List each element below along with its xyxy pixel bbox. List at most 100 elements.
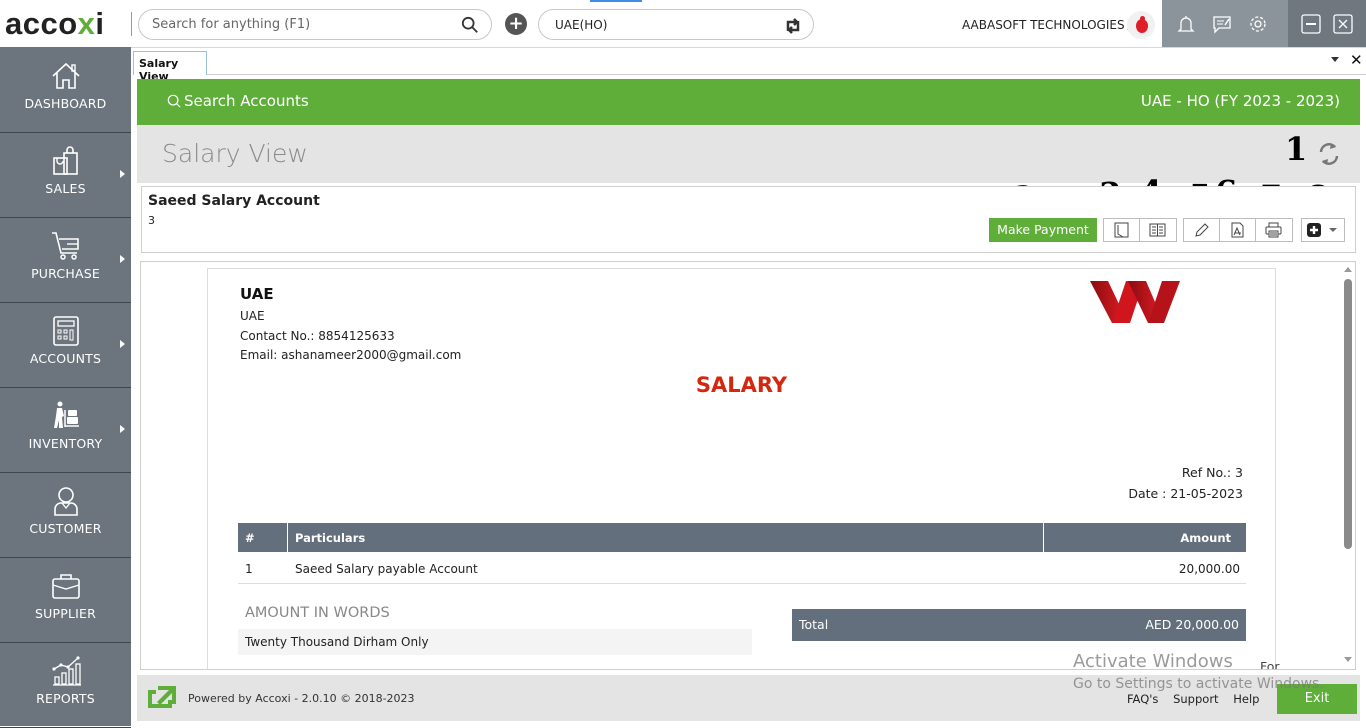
settings-gear-icon[interactable] [1247,13,1269,35]
record-number: 3 [148,214,155,227]
user-icon [54,487,78,516]
user-avatar[interactable] [1127,11,1155,39]
row-particulars: Saeed Salary payable Account [295,562,478,576]
account-header-bar: Search Accounts UAE - HO (FY 2023 - 2023… [137,79,1360,125]
top-bar: accoxi Search for anything (F1) + UAE(HO… [0,0,1366,48]
sidebar-label: CUSTOMER [29,521,102,536]
global-search-input[interactable]: Search for anything (F1) [138,9,492,40]
accoxi-footer-logo [148,686,176,708]
refresh-icon[interactable] [1314,139,1344,169]
scroll-thumb[interactable] [1344,279,1352,549]
footer-links: FAQ's Support Help [1127,692,1270,706]
fiscal-year-label: UAE - HO (FY 2023 - 2023) [1140,92,1340,110]
briefcase-icon [52,574,80,599]
calculator-icon [53,316,79,346]
sidebar-label: ACCOUNTS [29,351,102,366]
document-scrollbar[interactable] [1341,263,1355,668]
sidebar-item-accounts[interactable]: ACCOUNTS [0,303,131,388]
make-payment-button[interactable]: Make Payment [989,218,1097,242]
pdf-button[interactable] [1220,219,1256,241]
help-link[interactable]: Help [1233,692,1259,706]
print-icon [1265,222,1282,238]
switch-icon[interactable] [783,16,803,36]
more-actions-dropdown[interactable] [1301,218,1345,242]
branch-selector[interactable]: UAE(HO) [538,9,814,40]
add-icon[interactable]: + [505,13,527,35]
feedback-icon[interactable] [1211,13,1233,35]
company-name: AABASOFT TECHNOLOGIES [962,18,1125,32]
faq-link[interactable]: FAQ's [1127,692,1158,706]
submenu-caret-icon [120,340,125,348]
pdf-icon [1231,222,1244,238]
home-icon [52,62,80,89]
ledger-book-icon [1149,223,1166,237]
scroll-up-icon[interactable] [1344,267,1352,272]
row-amount: 20,000.00 [1178,562,1240,576]
tab-close-icon[interactable]: ✕ [1350,51,1363,69]
document-title: SALARY [695,373,788,397]
ref-number: Ref No.: 3 [1181,465,1243,480]
print-button[interactable] [1256,219,1292,241]
total-label: Total [799,617,829,632]
ledger-button[interactable] [1140,219,1176,241]
amount-in-words-label: AMOUNT IN WORDS [245,605,390,621]
table-header: # Particulars Amount [238,523,1246,552]
search-icon[interactable] [461,16,479,34]
add-more-icon [1307,223,1321,237]
add-more-button[interactable] [1302,219,1344,241]
shopping-bag-icon [53,146,78,175]
company-logo [1090,281,1180,323]
company-address: UAE [240,309,265,323]
chart-icon [52,656,81,686]
column-divider [1043,523,1044,552]
sidebar-item-dashboard[interactable]: DASHBOARD [0,48,131,133]
signature-label: For UAE [1260,659,1280,670]
sidebar-item-sales[interactable]: SALES [0,133,131,218]
annotation-1: 1 [1285,130,1308,168]
divider [131,12,132,36]
col-header-amount: Amount [1180,531,1231,545]
search-icon [167,94,181,108]
scroll-down-icon[interactable] [1344,657,1352,662]
history-button[interactable] [1104,219,1140,241]
edit-pencil-icon [1195,223,1209,237]
col-header-particulars: Particulars [295,531,366,545]
sidebar-label: SALES [45,181,86,196]
top-tools [1162,0,1288,47]
sidebar-item-purchase[interactable]: PURCHASE [0,218,131,303]
chevron-down-icon [1329,228,1337,232]
sidebar: DASHBOARD SALES PURCHASE ACCOUNTS INVENT… [0,48,131,728]
inventory-worker-icon [54,401,79,428]
activation-watermark-title: Activate Windows [1073,651,1233,672]
sidebar-item-customer[interactable]: CUSTOMER [0,473,131,558]
submenu-caret-icon [120,255,125,263]
company-switcher[interactable]: AABASOFT TECHNOLOGIES▶ [962,18,1135,32]
account-name: Saeed Salary Account [148,193,320,209]
tab-bar-border [207,74,1366,75]
search-accounts-label: Search Accounts [184,92,309,110]
document-actions-group [1183,218,1293,242]
document-date: Date : 21-05-2023 [1128,486,1243,501]
close-icon[interactable] [1332,13,1354,35]
sidebar-item-reports[interactable]: REPORTS [0,643,131,728]
notification-bell-icon[interactable] [1175,13,1197,35]
minimize-icon[interactable] [1300,13,1322,35]
window-controls [1288,0,1366,47]
support-link[interactable]: Support [1173,692,1218,706]
sidebar-label: DASHBOARD [24,96,107,111]
sidebar-item-inventory[interactable]: INVENTORY [0,388,131,473]
history-button-group [1103,218,1177,242]
search-accounts-button[interactable]: Search Accounts [167,92,309,110]
accoxi-logo: accoxi [5,6,105,41]
sidebar-label: REPORTS [36,691,95,706]
sidebar-item-supplier[interactable]: SUPPLIER [0,558,131,643]
avatar-logo-dot [1140,16,1145,21]
edit-button[interactable] [1184,219,1220,241]
search-placeholder: Search for anything (F1) [152,17,311,32]
sidebar-label: INVENTORY [28,436,103,451]
powered-by-text: Powered by Accoxi - 2.0.10 © 2018-2023 [188,692,415,705]
tab-list-dropdown-icon[interactable] [1331,57,1339,62]
tab-salary-view[interactable]: Salary View [133,51,207,83]
row-index: 1 [245,562,253,576]
col-header-index: # [245,531,255,545]
